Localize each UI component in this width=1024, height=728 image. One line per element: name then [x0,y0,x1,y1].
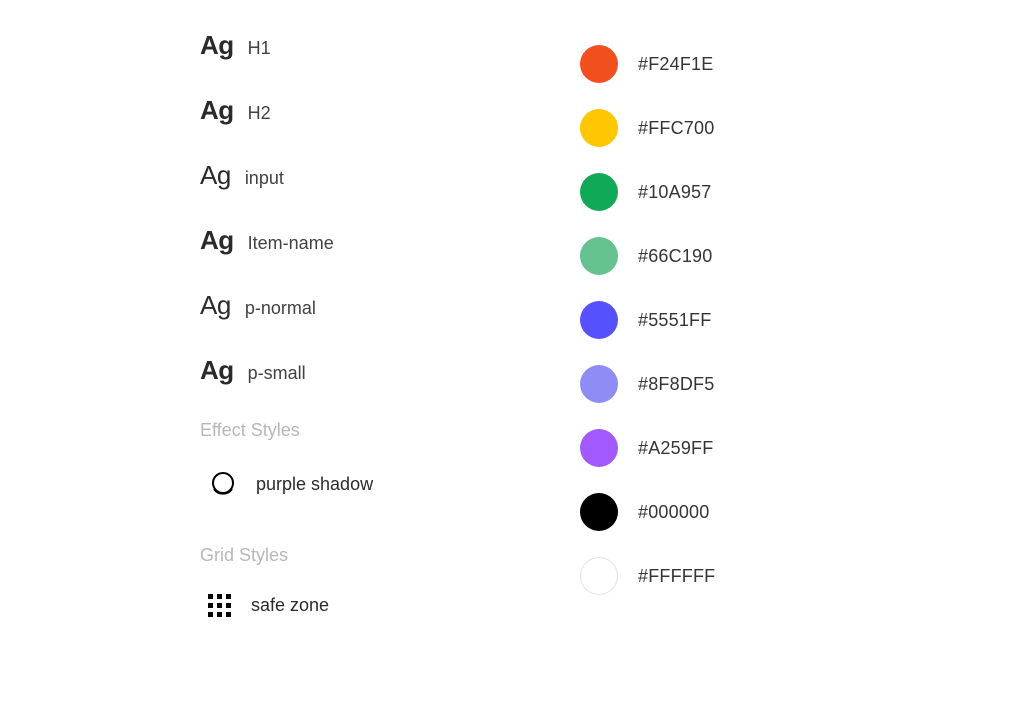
typography-style-item[interactable]: Ag p-normal [200,290,560,321]
color-swatch [580,45,618,83]
color-hex-label: #F24F1E [638,54,713,75]
color-swatch [580,429,618,467]
grid-styles-heading: Grid Styles [200,545,560,566]
color-swatch-item[interactable]: #8F8DF5 [580,365,840,403]
color-swatch [580,301,618,339]
effect-shadow-icon [208,469,238,499]
color-hex-label: #A259FF [638,438,713,459]
effect-styles-heading: Effect Styles [200,420,560,441]
typography-sample-glyph: Ag [200,160,231,191]
typography-sample-glyph: Ag [200,95,234,126]
effect-style-item[interactable]: purple shadow [208,469,560,499]
typography-style-label: H2 [248,103,271,124]
color-swatch [580,237,618,275]
color-hex-label: #5551FF [638,310,711,331]
color-swatch [580,493,618,531]
typography-style-item[interactable]: Ag H2 [200,95,560,126]
color-swatch-item[interactable]: #10A957 [580,173,840,211]
color-hex-label: #8F8DF5 [638,374,714,395]
color-swatch-item[interactable]: #A259FF [580,429,840,467]
grid-style-item[interactable]: safe zone [208,594,560,617]
typography-sample-glyph: Ag [200,290,231,321]
color-swatch [580,557,618,595]
color-hex-label: #FFFFFF [638,566,715,587]
grid-style-label: safe zone [251,595,329,616]
effect-style-label: purple shadow [256,474,373,495]
color-swatch [580,365,618,403]
typography-style-label: Item-name [248,233,334,254]
color-hex-label: #66C190 [638,246,712,267]
typography-style-item[interactable]: Aginput [200,160,560,191]
color-hex-label: #FFC700 [638,118,714,139]
color-swatch-item[interactable]: #5551FF [580,301,840,339]
color-swatch-list: #F24F1E #FFC700 #10A957 #66C190 #5551FF #8F8D… [580,45,840,621]
color-hex-label: #10A957 [638,182,711,203]
color-swatch-item[interactable]: #FFFFFF [580,557,840,595]
color-swatch [580,109,618,147]
typography-sample-glyph: Ag [200,225,234,256]
grid-dots-icon [208,594,231,617]
typography-style-label: p-normal [245,298,316,319]
color-swatch-item[interactable]: #FFC700 [580,109,840,147]
typography-style-item[interactable]: Ag Item-name [200,225,560,256]
typography-style-list: AgH1AgH2AginputAgItem-nameAgp-normalAgp-… [200,30,560,386]
color-swatch [580,173,618,211]
color-hex-label: #000000 [638,502,709,523]
color-swatch-item[interactable]: #000000 [580,493,840,531]
typography-sample-glyph: Ag [200,30,234,61]
typography-style-label: p-small [248,363,306,384]
typography-style-label: H1 [248,38,271,59]
color-swatch-item[interactable]: #66C190 [580,237,840,275]
typography-style-item[interactable]: Ag p-small [200,355,560,386]
typography-style-item[interactable]: Ag H1 [200,30,560,61]
color-swatch-item[interactable]: #F24F1E [580,45,840,83]
style-guide-left-column: AgH1AgH2AginputAgItem-nameAgp-normalAgp-… [200,30,560,617]
typography-sample-glyph: Ag [200,355,234,386]
typography-style-label: input [245,168,284,189]
